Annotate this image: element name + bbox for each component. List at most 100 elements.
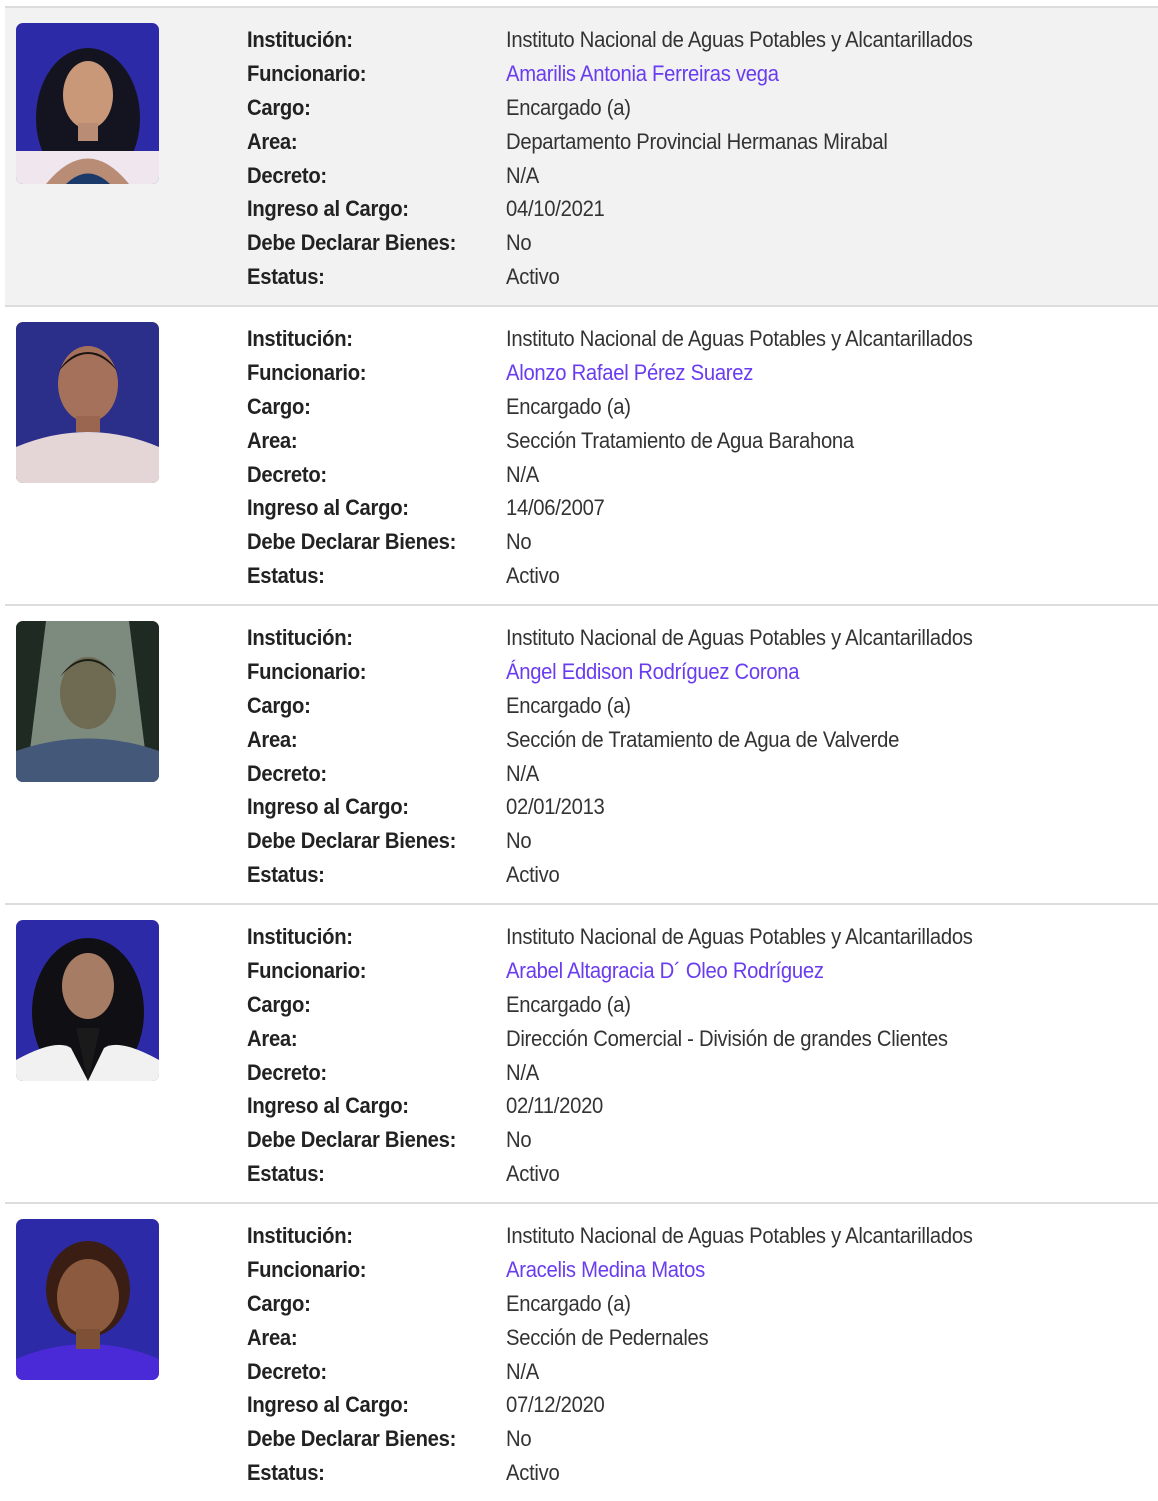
official-name-link[interactable]: Alonzo Rafael Pérez Suarez xyxy=(506,360,753,386)
field-ingreso: Ingreso al Cargo: 07/12/2020 xyxy=(247,1388,1013,1422)
field-label: Institución: xyxy=(247,624,353,650)
field-value: Activo xyxy=(506,862,560,888)
field-value: No xyxy=(506,828,532,854)
field-decreto: Decreto: N/A xyxy=(247,757,1013,791)
official-photo[interactable] xyxy=(16,1219,159,1380)
official-name-link[interactable]: Aracelis Medina Matos xyxy=(506,1257,705,1283)
field-label: Decreto: xyxy=(247,162,327,188)
field-value: Instituto Nacional de Aguas Potables y A… xyxy=(506,1222,973,1248)
portrait-image xyxy=(16,621,159,782)
field-value: Instituto Nacional de Aguas Potables y A… xyxy=(506,624,973,650)
official-details: Institución: Instituto Nacional de Aguas … xyxy=(247,23,1013,294)
field-label: Area: xyxy=(247,1324,298,1350)
field-label: Cargo: xyxy=(247,393,311,419)
field-label: Decreto: xyxy=(247,760,327,786)
field-value: 02/01/2013 xyxy=(506,794,605,820)
field-label: Debe Declarar Bienes: xyxy=(247,828,457,854)
field-value: Instituto Nacional de Aguas Potables y A… xyxy=(506,325,973,351)
field-value: Activo xyxy=(506,1161,560,1187)
official-name-link[interactable]: Amarilis Antonia Ferreiras vega xyxy=(506,61,779,87)
field-funcionario: Funcionario: Alonzo Rafael Pérez Suarez xyxy=(247,356,1013,390)
official-record: Institución: Instituto Nacional de Aguas … xyxy=(5,305,1158,604)
field-label: Debe Declarar Bienes: xyxy=(247,529,457,555)
field-area: Area: Departamento Provincial Hermanas Mi… xyxy=(247,125,1013,159)
field-institucion: Institución: Instituto Nacional de Aguas … xyxy=(247,23,1013,57)
field-ingreso: Ingreso al Cargo: 02/01/2013 xyxy=(247,790,1013,824)
field-institucion: Institución: Instituto Nacional de Aguas … xyxy=(247,322,1013,356)
field-label: Area: xyxy=(247,128,298,154)
field-institucion: Institución: Instituto Nacional de Aguas … xyxy=(247,1219,1013,1253)
field-institucion: Institución: Instituto Nacional de Aguas … xyxy=(247,621,1013,655)
field-value: 02/11/2020 xyxy=(506,1093,604,1119)
field-value: Sección Tratamiento de Agua Barahona xyxy=(506,427,854,453)
field-label: Funcionario: xyxy=(247,658,367,684)
field-label: Funcionario: xyxy=(247,957,367,983)
portrait-image xyxy=(16,1219,159,1380)
field-label: Decreto: xyxy=(247,1059,327,1085)
official-details: Institución: Instituto Nacional de Aguas … xyxy=(247,322,1013,593)
field-declarar: Debe Declarar Bienes: No xyxy=(247,226,1013,260)
official-details: Institución: Instituto Nacional de Aguas … xyxy=(247,1219,1013,1490)
field-label: Decreto: xyxy=(247,1358,327,1384)
field-value: No xyxy=(506,529,532,555)
field-value: 14/06/2007 xyxy=(506,495,605,521)
field-value: Instituto Nacional de Aguas Potables y A… xyxy=(506,26,973,52)
field-cargo: Cargo: Encargado (a) xyxy=(247,390,1013,424)
field-declarar: Debe Declarar Bienes: No xyxy=(247,1422,1013,1456)
official-photo[interactable] xyxy=(16,920,159,1081)
field-label: Debe Declarar Bienes: xyxy=(247,1426,457,1452)
field-label: Institución: xyxy=(247,26,353,52)
field-declarar: Debe Declarar Bienes: No xyxy=(247,1123,1013,1157)
field-value: N/A xyxy=(506,162,539,188)
field-label: Cargo: xyxy=(247,692,311,718)
field-label: Ingreso al Cargo: xyxy=(247,1093,409,1119)
field-label: Estatus: xyxy=(247,1161,325,1187)
field-value: No xyxy=(506,1127,532,1153)
field-declarar: Debe Declarar Bienes: No xyxy=(247,824,1013,858)
field-funcionario: Funcionario: Aracelis Medina Matos xyxy=(247,1253,1013,1287)
official-name-link[interactable]: Ángel Eddison Rodríguez Corona xyxy=(506,659,800,685)
field-decreto: Decreto: N/A xyxy=(247,1355,1013,1389)
field-value: Departamento Provincial Hermanas Mirabal xyxy=(506,128,888,154)
field-value: Encargado (a) xyxy=(506,692,631,718)
field-area: Area: Sección Tratamiento de Agua Barahon… xyxy=(247,424,1013,458)
field-value: Activo xyxy=(506,264,560,290)
field-label: Debe Declarar Bienes: xyxy=(247,1127,457,1153)
field-label: Cargo: xyxy=(247,94,311,120)
official-record: Institución: Instituto Nacional de Aguas … xyxy=(5,604,1158,903)
field-decreto: Decreto: N/A xyxy=(247,159,1013,193)
official-photo[interactable] xyxy=(16,322,159,483)
field-ingreso: Ingreso al Cargo: 14/06/2007 xyxy=(247,491,1013,525)
field-label: Ingreso al Cargo: xyxy=(247,196,409,222)
field-cargo: Cargo: Encargado (a) xyxy=(247,689,1013,723)
field-value: N/A xyxy=(506,1358,539,1384)
field-value: N/A xyxy=(506,760,539,786)
field-ingreso: Ingreso al Cargo: 02/11/2020 xyxy=(247,1089,1013,1123)
official-record: Institución: Instituto Nacional de Aguas … xyxy=(5,1202,1158,1501)
field-label: Funcionario: xyxy=(247,359,367,385)
field-label: Funcionario: xyxy=(247,60,367,86)
official-photo[interactable] xyxy=(16,621,159,782)
field-value: Activo xyxy=(506,1460,560,1486)
field-label: Area: xyxy=(247,427,298,453)
field-decreto: Decreto: N/A xyxy=(247,458,1013,492)
field-estatus: Estatus: Activo xyxy=(247,858,1013,892)
field-value: Instituto Nacional de Aguas Potables y A… xyxy=(506,923,973,949)
field-estatus: Estatus: Activo xyxy=(247,1456,1013,1490)
field-label: Debe Declarar Bienes: xyxy=(247,230,457,256)
official-name-link[interactable]: Arabel Altagracia D´ Oleo Rodríguez xyxy=(506,958,824,984)
field-institucion: Institución: Instituto Nacional de Aguas … xyxy=(247,920,1013,954)
field-label: Institución: xyxy=(247,923,353,949)
field-decreto: Decreto: N/A xyxy=(247,1056,1013,1090)
official-photo[interactable] xyxy=(16,23,159,184)
portrait-image xyxy=(16,920,159,1081)
field-area: Area: Sección de Pedernales xyxy=(247,1321,1013,1355)
field-label: Cargo: xyxy=(247,1290,311,1316)
field-value: Encargado (a) xyxy=(506,94,631,120)
field-estatus: Estatus: Activo xyxy=(247,559,1013,593)
field-area: Area: Dirección Comercial - División de g… xyxy=(247,1022,1013,1056)
field-value: Sección de Tratamiento de Agua de Valver… xyxy=(506,726,900,752)
field-ingreso: Ingreso al Cargo: 04/10/2021 xyxy=(247,192,1013,226)
field-label: Area: xyxy=(247,726,298,752)
official-details: Institución: Instituto Nacional de Aguas … xyxy=(247,621,1013,892)
